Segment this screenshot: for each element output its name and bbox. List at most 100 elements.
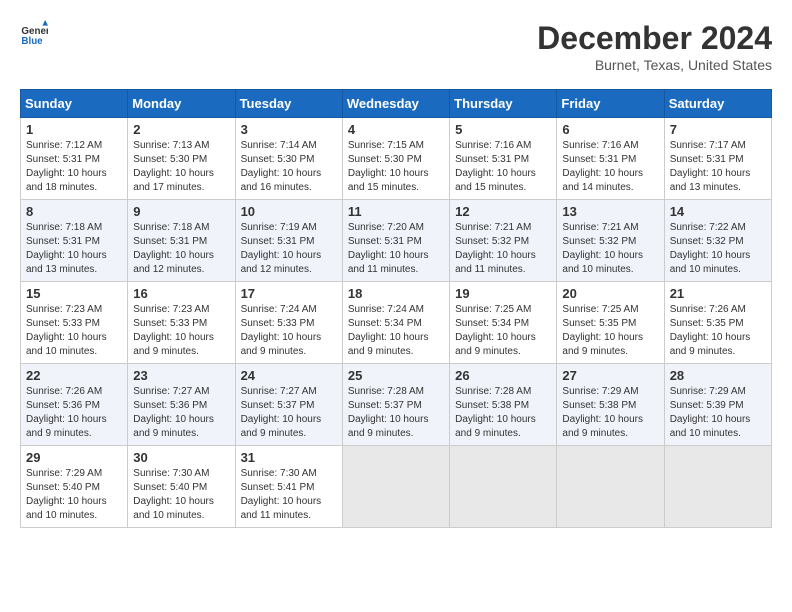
day-info: Sunrise: 7:27 AMSunset: 5:37 PMDaylight:… [241, 386, 322, 439]
day-info: Sunrise: 7:26 AMSunset: 5:35 PMDaylight:… [670, 304, 751, 357]
col-friday: Friday [557, 90, 664, 118]
day-info: Sunrise: 7:29 AMSunset: 5:39 PMDaylight:… [670, 386, 751, 439]
day-number: 28 [670, 368, 766, 383]
day-number: 15 [26, 286, 122, 301]
day-number: 29 [26, 450, 122, 465]
table-row: 5 Sunrise: 7:16 AMSunset: 5:31 PMDayligh… [450, 118, 557, 200]
day-info: Sunrise: 7:24 AMSunset: 5:33 PMDaylight:… [241, 304, 322, 357]
day-number: 30 [133, 450, 229, 465]
table-row: 14 Sunrise: 7:22 AMSunset: 5:32 PMDaylig… [664, 200, 771, 282]
table-row: 17 Sunrise: 7:24 AMSunset: 5:33 PMDaylig… [235, 282, 342, 364]
table-row: 25 Sunrise: 7:28 AMSunset: 5:37 PMDaylig… [342, 364, 449, 446]
day-info: Sunrise: 7:14 AMSunset: 5:30 PMDaylight:… [241, 140, 322, 193]
day-info: Sunrise: 7:27 AMSunset: 5:36 PMDaylight:… [133, 386, 214, 439]
day-number: 17 [241, 286, 337, 301]
table-row: 3 Sunrise: 7:14 AMSunset: 5:30 PMDayligh… [235, 118, 342, 200]
day-info: Sunrise: 7:16 AMSunset: 5:31 PMDaylight:… [562, 140, 643, 193]
day-info: Sunrise: 7:17 AMSunset: 5:31 PMDaylight:… [670, 140, 751, 193]
day-number: 4 [348, 122, 444, 137]
day-info: Sunrise: 7:26 AMSunset: 5:36 PMDaylight:… [26, 386, 107, 439]
table-row: 27 Sunrise: 7:29 AMSunset: 5:38 PMDaylig… [557, 364, 664, 446]
day-number: 20 [562, 286, 658, 301]
logo: General Blue [20, 20, 48, 48]
table-row [342, 446, 449, 528]
day-number: 3 [241, 122, 337, 137]
day-info: Sunrise: 7:18 AMSunset: 5:31 PMDaylight:… [26, 222, 107, 275]
col-wednesday: Wednesday [342, 90, 449, 118]
day-info: Sunrise: 7:25 AMSunset: 5:35 PMDaylight:… [562, 304, 643, 357]
day-info: Sunrise: 7:24 AMSunset: 5:34 PMDaylight:… [348, 304, 429, 357]
table-row: 23 Sunrise: 7:27 AMSunset: 5:36 PMDaylig… [128, 364, 235, 446]
day-number: 24 [241, 368, 337, 383]
table-row: 13 Sunrise: 7:21 AMSunset: 5:32 PMDaylig… [557, 200, 664, 282]
day-number: 18 [348, 286, 444, 301]
day-number: 2 [133, 122, 229, 137]
day-info: Sunrise: 7:29 AMSunset: 5:40 PMDaylight:… [26, 468, 107, 521]
table-row: 19 Sunrise: 7:25 AMSunset: 5:34 PMDaylig… [450, 282, 557, 364]
calendar-week-row: 15 Sunrise: 7:23 AMSunset: 5:33 PMDaylig… [21, 282, 772, 364]
day-number: 25 [348, 368, 444, 383]
day-info: Sunrise: 7:18 AMSunset: 5:31 PMDaylight:… [133, 222, 214, 275]
calendar-table: Sunday Monday Tuesday Wednesday Thursday… [20, 89, 772, 528]
day-number: 1 [26, 122, 122, 137]
day-number: 14 [670, 204, 766, 219]
table-row: 7 Sunrise: 7:17 AMSunset: 5:31 PMDayligh… [664, 118, 771, 200]
table-row: 11 Sunrise: 7:20 AMSunset: 5:31 PMDaylig… [342, 200, 449, 282]
day-info: Sunrise: 7:13 AMSunset: 5:30 PMDaylight:… [133, 140, 214, 193]
day-number: 10 [241, 204, 337, 219]
day-number: 21 [670, 286, 766, 301]
table-row: 10 Sunrise: 7:19 AMSunset: 5:31 PMDaylig… [235, 200, 342, 282]
day-info: Sunrise: 7:12 AMSunset: 5:31 PMDaylight:… [26, 140, 107, 193]
col-tuesday: Tuesday [235, 90, 342, 118]
calendar-week-row: 29 Sunrise: 7:29 AMSunset: 5:40 PMDaylig… [21, 446, 772, 528]
day-info: Sunrise: 7:28 AMSunset: 5:37 PMDaylight:… [348, 386, 429, 439]
table-row: 8 Sunrise: 7:18 AMSunset: 5:31 PMDayligh… [21, 200, 128, 282]
table-row: 24 Sunrise: 7:27 AMSunset: 5:37 PMDaylig… [235, 364, 342, 446]
logo-icon: General Blue [20, 20, 48, 48]
table-row: 29 Sunrise: 7:29 AMSunset: 5:40 PMDaylig… [21, 446, 128, 528]
day-info: Sunrise: 7:20 AMSunset: 5:31 PMDaylight:… [348, 222, 429, 275]
table-row [664, 446, 771, 528]
table-row: 2 Sunrise: 7:13 AMSunset: 5:30 PMDayligh… [128, 118, 235, 200]
day-info: Sunrise: 7:23 AMSunset: 5:33 PMDaylight:… [133, 304, 214, 357]
table-row: 22 Sunrise: 7:26 AMSunset: 5:36 PMDaylig… [21, 364, 128, 446]
title-section: December 2024 Burnet, Texas, United Stat… [537, 20, 772, 73]
day-info: Sunrise: 7:21 AMSunset: 5:32 PMDaylight:… [562, 222, 643, 275]
day-info: Sunrise: 7:28 AMSunset: 5:38 PMDaylight:… [455, 386, 536, 439]
day-number: 23 [133, 368, 229, 383]
header: General Blue December 2024 Burnet, Texas… [20, 20, 772, 73]
table-row [557, 446, 664, 528]
day-info: Sunrise: 7:29 AMSunset: 5:38 PMDaylight:… [562, 386, 643, 439]
table-row [450, 446, 557, 528]
day-info: Sunrise: 7:15 AMSunset: 5:30 PMDaylight:… [348, 140, 429, 193]
day-number: 8 [26, 204, 122, 219]
day-info: Sunrise: 7:21 AMSunset: 5:32 PMDaylight:… [455, 222, 536, 275]
table-row: 6 Sunrise: 7:16 AMSunset: 5:31 PMDayligh… [557, 118, 664, 200]
table-row: 15 Sunrise: 7:23 AMSunset: 5:33 PMDaylig… [21, 282, 128, 364]
day-number: 11 [348, 204, 444, 219]
table-row: 20 Sunrise: 7:25 AMSunset: 5:35 PMDaylig… [557, 282, 664, 364]
table-row: 21 Sunrise: 7:26 AMSunset: 5:35 PMDaylig… [664, 282, 771, 364]
calendar-week-row: 1 Sunrise: 7:12 AMSunset: 5:31 PMDayligh… [21, 118, 772, 200]
day-info: Sunrise: 7:22 AMSunset: 5:32 PMDaylight:… [670, 222, 751, 275]
table-row: 31 Sunrise: 7:30 AMSunset: 5:41 PMDaylig… [235, 446, 342, 528]
table-row: 28 Sunrise: 7:29 AMSunset: 5:39 PMDaylig… [664, 364, 771, 446]
day-number: 13 [562, 204, 658, 219]
day-info: Sunrise: 7:16 AMSunset: 5:31 PMDaylight:… [455, 140, 536, 193]
table-row: 4 Sunrise: 7:15 AMSunset: 5:30 PMDayligh… [342, 118, 449, 200]
col-saturday: Saturday [664, 90, 771, 118]
calendar-week-row: 22 Sunrise: 7:26 AMSunset: 5:36 PMDaylig… [21, 364, 772, 446]
day-number: 7 [670, 122, 766, 137]
col-sunday: Sunday [21, 90, 128, 118]
day-number: 9 [133, 204, 229, 219]
day-number: 27 [562, 368, 658, 383]
month-title: December 2024 [537, 20, 772, 57]
svg-text:Blue: Blue [21, 36, 43, 47]
day-number: 31 [241, 450, 337, 465]
day-info: Sunrise: 7:25 AMSunset: 5:34 PMDaylight:… [455, 304, 536, 357]
table-row: 9 Sunrise: 7:18 AMSunset: 5:31 PMDayligh… [128, 200, 235, 282]
day-number: 22 [26, 368, 122, 383]
day-number: 26 [455, 368, 551, 383]
table-row: 18 Sunrise: 7:24 AMSunset: 5:34 PMDaylig… [342, 282, 449, 364]
table-row: 16 Sunrise: 7:23 AMSunset: 5:33 PMDaylig… [128, 282, 235, 364]
